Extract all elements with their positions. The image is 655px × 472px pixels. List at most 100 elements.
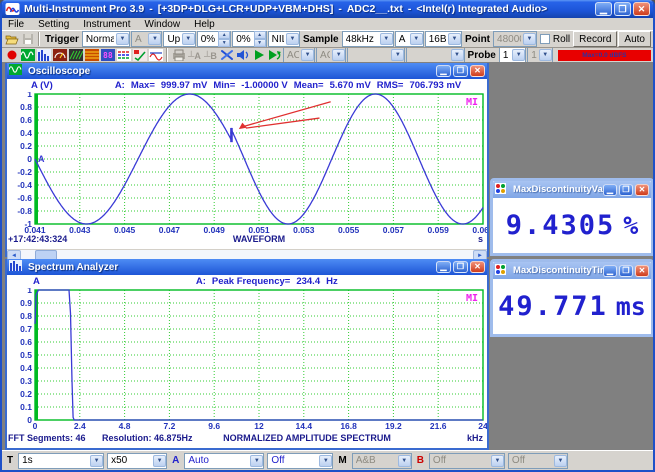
range-a-select: ▼ [347, 48, 405, 63]
trigger-delay-spinner[interactable]: 0%▲▼ [232, 31, 266, 47]
maximize-button[interactable]: ❐ [453, 65, 468, 77]
cursor-reader-b-icon: ┴B [203, 48, 218, 62]
run-icon[interactable] [251, 48, 266, 62]
derived-data-point-icon[interactable] [116, 48, 131, 62]
channel-a-function-select[interactable]: Off▼ [267, 453, 333, 469]
roll-checkbox[interactable]: Roll [538, 34, 572, 45]
chevron-down-icon: ▼ [90, 455, 103, 467]
chevron-down-icon: ▼ [410, 33, 423, 45]
close-button[interactable]: ✕ [470, 261, 485, 273]
trigger-hpf-select[interactable]: NIL▼ [268, 31, 300, 47]
discontinuity-time: 49.771 [498, 291, 608, 322]
ddp-viewer-icon[interactable]: 88 [100, 48, 115, 62]
oscilloscope-title: Oscilloscope [28, 66, 90, 77]
close-button[interactable]: ✕ [635, 265, 649, 277]
record-indicator-icon[interactable] [4, 48, 19, 62]
menu-help[interactable]: Help [194, 19, 215, 30]
restore-button[interactable]: ❐ [614, 2, 631, 16]
svg-text:21.6: 21.6 [430, 421, 447, 431]
probe-a-select[interactable]: 1▼ [499, 48, 526, 63]
minimize-button[interactable]: ▁ [595, 2, 612, 16]
maximize-button[interactable]: ❐ [619, 184, 633, 196]
close-button[interactable]: ✕ [635, 184, 649, 196]
multimeter-icon[interactable] [52, 48, 67, 62]
spinner-arrows-icon[interactable]: ▲▼ [218, 31, 230, 47]
lcr-meter-icon[interactable] [148, 48, 163, 62]
sweep-time-select[interactable]: 1s▼ [18, 453, 104, 469]
sound-output-icon[interactable] [235, 48, 250, 62]
minimize-button[interactable]: ▁ [436, 261, 451, 273]
trigger-level-spinner[interactable]: 0%▲▼ [197, 31, 231, 47]
app-logo-icon [5, 2, 20, 16]
record-length-select: 48000▼ [493, 31, 537, 47]
channel-a-label: A [170, 455, 181, 466]
auto-button[interactable]: Auto [618, 31, 651, 47]
calibration-icon[interactable] [219, 48, 234, 62]
bit-depth-select[interactable]: 16Bit▼ [425, 31, 462, 47]
maximize-button[interactable]: ❐ [453, 261, 468, 273]
trigger-edge-select[interactable]: Up▼ [163, 31, 195, 47]
svg-text:┴B: ┴B [204, 50, 217, 61]
spectrum-analyzer-icon[interactable] [36, 48, 51, 62]
open-file-icon[interactable] [4, 32, 19, 46]
trigger-mode-select[interactable]: Normal▼ [82, 31, 130, 47]
spinner-arrows-icon[interactable]: ▲▼ [254, 31, 266, 47]
close-button[interactable]: ✕ [470, 65, 485, 77]
discontinuity-time-unit: ms [616, 292, 646, 321]
maximize-button[interactable]: ❐ [619, 265, 633, 277]
menu-instrument[interactable]: Instrument [83, 19, 130, 30]
oscilloscope-titlebar[interactable]: Oscilloscope ▁ ❐ ✕ [7, 63, 487, 79]
main-titlebar[interactable]: Multi-Instrument Pro 3.9 - [+3DP+DLG+LCR… [2, 0, 653, 18]
svg-text:0.1: 0.1 [20, 402, 32, 412]
svg-text:0.059: 0.059 [428, 225, 450, 235]
chevron-down-icon: ▼ [398, 455, 411, 467]
channel-select[interactable]: A▼ [395, 31, 424, 47]
channel-a-range-select[interactable]: Auto▼ [184, 453, 264, 469]
waveform-axis-title: WAVEFORM [233, 234, 285, 244]
spectrum-analyzer-icon [9, 260, 24, 274]
svg-text:-0.8: -0.8 [17, 206, 32, 216]
app-window: Multi-Instrument Pro 3.9 - [+3DP+DLG+LCR… [0, 0, 655, 472]
panel-titlebar[interactable]: MaxDiscontinuityValue_A ▁ ❐ ✕ [493, 181, 651, 198]
max-discontinuity-time-panel: MaxDiscontinuityTime_A ▁ ❐ ✕ 49.771 ms [490, 259, 654, 337]
data-logger-icon[interactable] [84, 48, 99, 62]
menu-window[interactable]: Window [145, 19, 181, 30]
panel-titlebar[interactable]: MaxDiscontinuityTime_A ▁ ❐ ✕ [493, 262, 651, 279]
svg-text:4.8: 4.8 [119, 421, 131, 431]
svg-text:1: 1 [27, 288, 32, 295]
sampling-rate-select[interactable]: 48kHz▼ [342, 31, 394, 47]
channel-b-function-select: Off▼ [508, 453, 568, 469]
run-loop-icon[interactable] [267, 48, 282, 62]
zoom-multiplier-select[interactable]: x50▼ [107, 453, 167, 469]
toolbar-separator [166, 48, 168, 62]
minimize-button[interactable]: ▁ [603, 265, 617, 277]
oscilloscope-icon[interactable] [20, 48, 35, 62]
oscilloscope-icon [9, 64, 24, 78]
svg-text:0.5: 0.5 [20, 350, 32, 360]
svg-text:0.043: 0.043 [69, 225, 91, 235]
menu-file[interactable]: File [8, 19, 24, 30]
record-button[interactable]: Record [573, 31, 617, 47]
chevron-down-icon: ▼ [153, 455, 166, 467]
chevron-down-icon: ▼ [319, 455, 332, 467]
minimize-button[interactable]: ▁ [603, 184, 617, 196]
oscilloscope-window: Oscilloscope ▁ ❐ ✕ A (V) A: Max= 999.97 … [5, 63, 489, 257]
checkbox-icon[interactable] [540, 34, 550, 44]
x-unit-label: kHz [467, 433, 484, 443]
spectrum-titlebar[interactable]: Spectrum Analyzer ▁ ❐ ✕ [7, 259, 487, 275]
svg-text:0.3: 0.3 [20, 376, 32, 386]
menu-setting[interactable]: Setting [38, 19, 69, 30]
svg-text:0: 0 [27, 415, 32, 425]
device-test-plan-icon[interactable] [132, 48, 147, 62]
minimize-button[interactable]: ▁ [436, 65, 451, 77]
svg-text:-0.2: -0.2 [17, 167, 32, 177]
range-b-select: ▼ [406, 48, 464, 63]
workspace: Oscilloscope ▁ ❐ ✕ A (V) A: Max= 999.97 … [2, 62, 655, 452]
close-button[interactable]: ✕ [633, 2, 650, 16]
spectrum-3d-plot-icon[interactable] [68, 48, 83, 62]
svg-text:9.6: 9.6 [208, 421, 220, 431]
svg-text:┴A: ┴A [188, 50, 201, 61]
probe-label: Probe [466, 50, 498, 61]
coupling-a-select: AC▼ [283, 48, 315, 63]
resolution-label: Resolution: 46.875Hz [102, 433, 193, 443]
